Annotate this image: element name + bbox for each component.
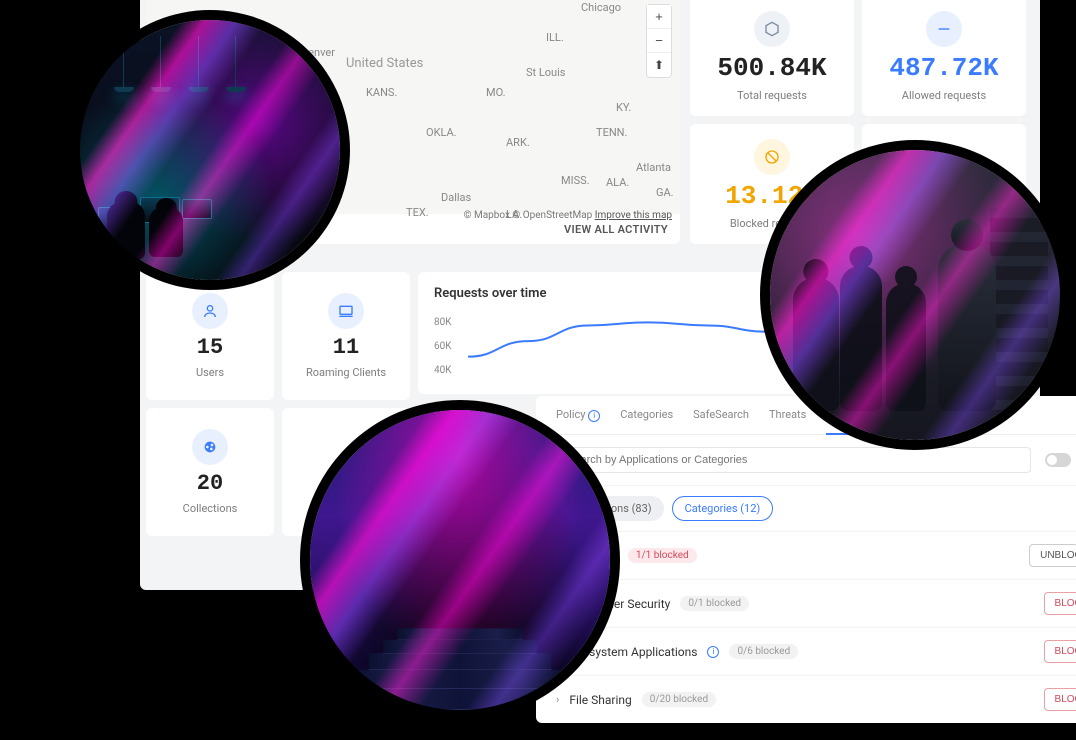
category-row[interactable]: ›Business1/1 blockedUNBLOCK ALL APPS (536, 531, 1076, 579)
map-city-mo: MO. (486, 86, 506, 99)
pill-categories[interactable]: Categories (12) (672, 496, 774, 521)
unblock-all-button[interactable]: UNBLOCK ALL APPS (1029, 544, 1076, 567)
total-requests-icon (754, 11, 790, 47)
info-icon[interactable]: i (707, 646, 719, 658)
pill-row: Applications (83) Categories (12) (536, 486, 1076, 531)
users-label: Users (196, 366, 224, 379)
allowed-requests-label: Allowed requests (902, 89, 986, 102)
stat-roaming-clients: 11 Roaming Clients (282, 272, 410, 400)
collections-label: Collections (183, 502, 238, 515)
illustration-store (770, 150, 1060, 440)
map-city-tex: TEX. (406, 206, 429, 219)
map-compass-icon[interactable]: ⬆ (647, 53, 671, 77)
block-all-button[interactable]: BLOCK ALL APPS (1044, 688, 1076, 711)
map-city-ark: ARK. (506, 136, 530, 149)
map-attr-mapbox: © Mapbox (464, 210, 510, 221)
illustration-cabin (310, 410, 610, 710)
tab-categories[interactable]: Categories (620, 396, 673, 434)
users-value: 15 (197, 335, 223, 360)
stat-collections: 20 Collections (146, 408, 274, 536)
map-city-ga: GA. (656, 186, 674, 199)
allowed-requests-icon (926, 11, 962, 47)
map-improve-link[interactable]: Improve this map (595, 210, 672, 221)
blocked-count-badge: 1/1 blocked (628, 548, 697, 563)
map-city-ala: ALA. (606, 176, 629, 189)
only-blocked-toggle[interactable] (1045, 453, 1071, 467)
policy-search-row: Only Blocked (536, 435, 1076, 486)
block-all-button[interactable]: BLOCK ALL APPS (1044, 592, 1076, 615)
roaming-clients-label: Roaming Clients (306, 366, 386, 379)
map-city-okla: OKLA. (426, 126, 457, 139)
map-city-kans: KANS. (366, 86, 397, 99)
map-city-tenn: TENN. (596, 126, 627, 139)
stat-users: 15 Users (146, 272, 274, 400)
stat-total-requests: 500.84K Total requests (690, 0, 854, 116)
chart-ytick-40k: 40K (434, 365, 452, 376)
category-row[interactable]: ›Consumer Security0/1 blockedBLOCK ALL A… (536, 579, 1076, 627)
roaming-clients-value: 11 (333, 335, 359, 360)
policy-category-list: ›Business1/1 blockedUNBLOCK ALL APPS›Con… (536, 531, 1076, 723)
policy-search-input[interactable] (556, 447, 1031, 473)
chart-ytick-60k: 60K (434, 341, 452, 352)
map-city-atlanta: Atlanta (636, 161, 671, 174)
allowed-requests-value: 487.72K (889, 53, 998, 83)
map-city-dallas: Dallas (441, 191, 471, 204)
collections-icon (192, 429, 228, 465)
category-row[interactable]: ›Ecosystem Applicationsi0/6 blockedBLOCK… (536, 627, 1076, 675)
illustration-office (80, 20, 340, 280)
roaming-clients-icon (328, 293, 364, 329)
stat-allowed-requests: 487.72K Allowed requests (862, 0, 1026, 116)
map-zoom-in-button[interactable]: + (647, 5, 671, 29)
map-city-stlouis: St Louis (526, 66, 565, 79)
map-attribution: © Mapbox © OpenStreetMap Improve this ma… (464, 210, 672, 221)
map-city-ky: KY. (616, 101, 631, 114)
map-zoom-controls: + − ⬆ (646, 4, 672, 78)
map-attr-osm: © OpenStreetMap (512, 210, 592, 221)
policy-card: Policy i Categories SafeSearch Threats A… (536, 396, 1076, 723)
blocked-count-badge: 0/1 blocked (680, 596, 749, 611)
total-requests-value: 500.84K (717, 53, 826, 83)
map-country-label: United States (346, 56, 423, 71)
total-requests-label: Total requests (737, 89, 807, 102)
users-icon (192, 293, 228, 329)
block-all-button[interactable]: BLOCK ALL APPS (1044, 640, 1076, 663)
tab-safesearch[interactable]: SafeSearch (693, 396, 749, 434)
map-city-miss: MISS. (561, 174, 590, 187)
blocked-count-badge: 0/20 blocked (642, 692, 716, 707)
chart-ytick-80k: 80K (434, 317, 452, 328)
category-row[interactable]: ›File Sharing0/20 blockedBLOCK ALL APPS (536, 675, 1076, 723)
collections-value: 20 (197, 471, 223, 496)
blocked-count-badge: 0/6 blocked (729, 644, 798, 659)
map-city-chicago: Chicago (581, 1, 621, 14)
map-city-ill: ILL. (546, 31, 564, 44)
map-zoom-out-button[interactable]: − (647, 29, 671, 53)
